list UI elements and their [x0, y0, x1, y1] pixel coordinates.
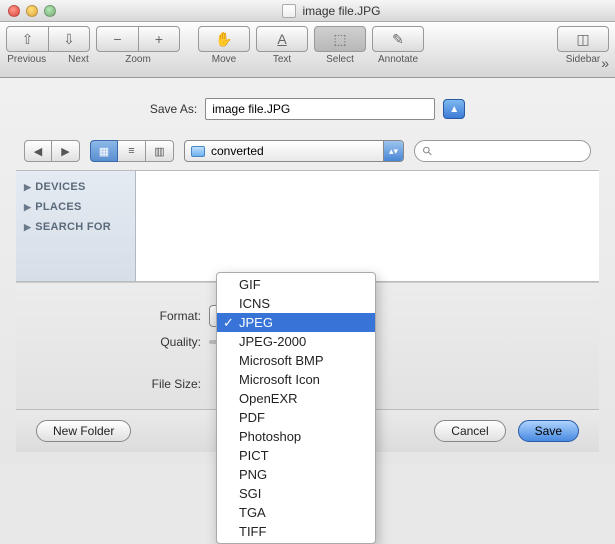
sidebar-label: Sidebar: [566, 54, 600, 65]
select-label: Select: [326, 54, 354, 65]
history-nav: ◀ ▶: [24, 140, 80, 162]
format-option-png[interactable]: PNG: [217, 465, 375, 484]
format-option-microsoft-bmp[interactable]: Microsoft BMP: [217, 351, 375, 370]
format-option-icns[interactable]: ICNS: [217, 294, 375, 313]
annotate-label: Annotate: [378, 54, 418, 65]
format-option-jpeg-2000[interactable]: JPEG-2000: [217, 332, 375, 351]
file-size-label: File Size:: [36, 377, 201, 391]
search-icon: ⚲: [419, 143, 435, 159]
search-field[interactable]: ⚲: [414, 140, 591, 162]
sidebar-places-header[interactable]: ▶PLACES: [16, 197, 135, 217]
next-label: Next: [68, 54, 89, 65]
text-icon: A: [277, 31, 286, 47]
forward-button[interactable]: ▶: [52, 140, 80, 162]
quality-label: Quality:: [36, 335, 201, 349]
zoom-out-button[interactable]: −: [96, 26, 138, 52]
icon-view-button[interactable]: ▦: [90, 140, 118, 162]
sidebar-search-header[interactable]: ▶SEARCH FOR: [16, 217, 135, 237]
column-view-button[interactable]: ▥: [146, 140, 174, 162]
sidebar-devices-header[interactable]: ▶DEVICES: [16, 177, 135, 197]
format-option-tiff[interactable]: TIFF: [217, 522, 375, 541]
move-label: Move: [212, 54, 236, 65]
minimize-window-button[interactable]: [26, 5, 38, 17]
format-label: Format:: [36, 309, 201, 323]
zoom-in-button[interactable]: +: [138, 26, 180, 52]
save-as-label: Save As:: [150, 102, 197, 116]
format-option-pdf[interactable]: PDF: [217, 408, 375, 427]
previous-label: Previous: [7, 54, 46, 65]
save-button[interactable]: Save: [518, 420, 579, 442]
format-option-photoshop[interactable]: Photoshop: [217, 427, 375, 446]
select-tool-button[interactable]: ⬚: [314, 26, 366, 52]
toolbar-overflow-icon[interactable]: »: [601, 55, 609, 71]
sidebar-icon: ◫: [576, 31, 589, 48]
list-view-button[interactable]: ≡: [118, 140, 146, 162]
browser-sidebar: ▶DEVICES ▶PLACES ▶SEARCH FOR: [16, 171, 136, 281]
folder-icon: [191, 146, 205, 157]
close-window-button[interactable]: [8, 5, 20, 17]
format-option-openexr[interactable]: OpenEXR: [217, 389, 375, 408]
collapse-disclosure-button[interactable]: ▲: [443, 99, 465, 119]
view-mode-switcher: ▦ ≡ ▥: [90, 140, 174, 162]
new-folder-button[interactable]: New Folder: [36, 420, 131, 442]
hand-icon: ✋: [215, 31, 232, 48]
format-option-pict[interactable]: PICT: [217, 446, 375, 465]
window-controls: [8, 5, 56, 17]
move-tool-button[interactable]: ✋: [198, 26, 250, 52]
format-dropdown-menu: GIFICNSJPEGJPEG-2000Microsoft BMPMicroso…: [216, 272, 376, 544]
sidebar-toggle-button[interactable]: ◫: [557, 26, 609, 52]
text-label: Text: [273, 54, 291, 65]
arrow-down-icon: ⇩: [63, 31, 75, 48]
location-name: converted: [211, 144, 264, 158]
select-icon: ⬚: [333, 31, 346, 48]
zoom-label: Zoom: [125, 54, 151, 65]
next-button[interactable]: ⇩: [48, 26, 90, 52]
filename-input[interactable]: [205, 98, 435, 120]
annotate-icon: ✎: [392, 31, 404, 48]
format-option-tga[interactable]: TGA: [217, 503, 375, 522]
text-tool-button[interactable]: A: [256, 26, 308, 52]
disclosure-triangle-icon: ▶: [24, 182, 31, 193]
previous-button[interactable]: ⇧: [6, 26, 48, 52]
plus-icon: +: [155, 31, 163, 47]
disclosure-triangle-icon: ▶: [24, 222, 31, 233]
document-icon: [282, 4, 296, 18]
disclosure-triangle-icon: ▶: [24, 202, 31, 213]
minus-icon: −: [113, 31, 121, 47]
file-browser: ▶DEVICES ▶PLACES ▶SEARCH FOR: [16, 170, 599, 282]
format-option-jpeg[interactable]: JPEG: [217, 313, 375, 332]
browser-nav-row: ◀ ▶ ▦ ≡ ▥ converted ▴▾ ⚲: [16, 136, 599, 170]
cancel-button[interactable]: Cancel: [434, 420, 505, 442]
window-title-area: image file.JPG: [56, 4, 607, 18]
format-option-gif[interactable]: GIF: [217, 275, 375, 294]
popup-arrows-icon: ▴▾: [383, 141, 403, 161]
arrow-up-icon: ⇧: [22, 31, 34, 48]
back-button[interactable]: ◀: [24, 140, 52, 162]
annotate-button[interactable]: ✎: [372, 26, 424, 52]
main-toolbar: ⇧ ⇩ Previous Next − + Zoom ✋ Move A Text…: [0, 22, 615, 78]
location-popup[interactable]: converted ▴▾: [184, 140, 404, 162]
window-title: image file.JPG: [302, 4, 380, 18]
format-option-microsoft-icon[interactable]: Microsoft Icon: [217, 370, 375, 389]
titlebar: image file.JPG: [0, 0, 615, 22]
format-option-sgi[interactable]: SGI: [217, 484, 375, 503]
zoom-window-button[interactable]: [44, 5, 56, 17]
file-listing-pane[interactable]: [136, 171, 599, 281]
